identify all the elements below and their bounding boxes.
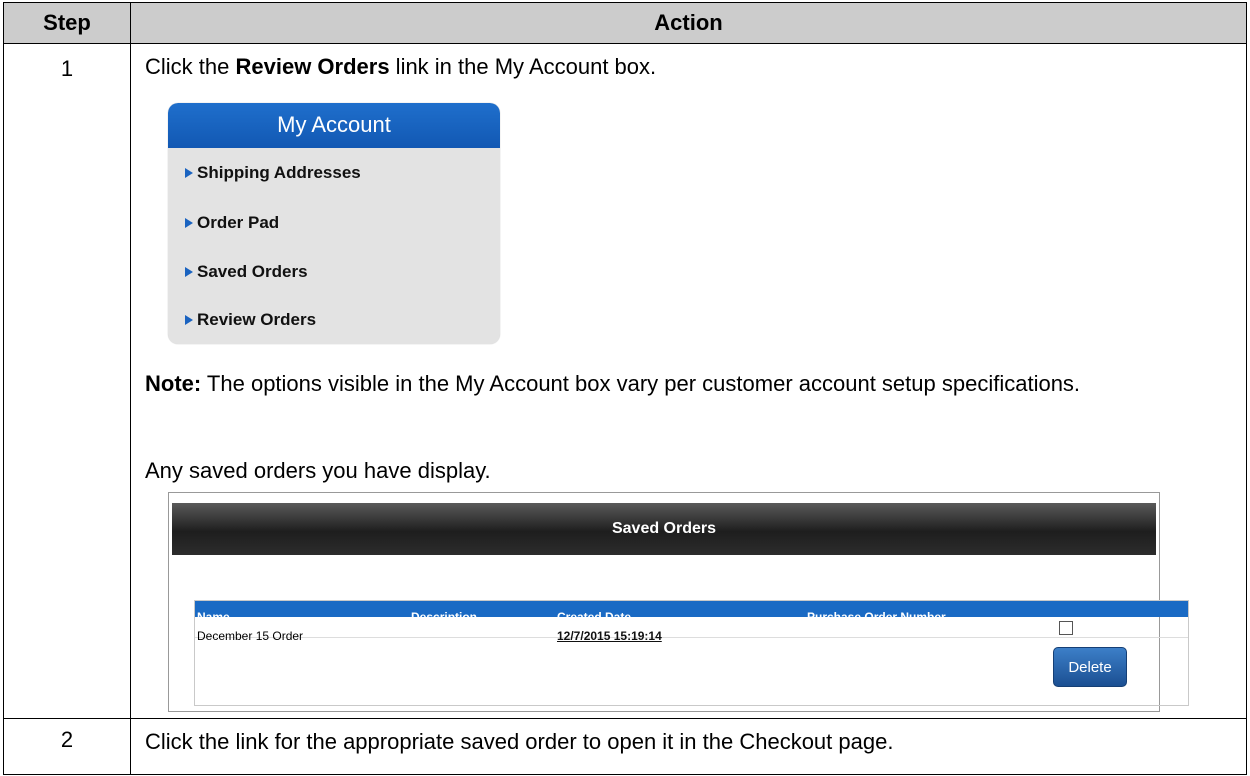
step-number: 2 bbox=[3, 718, 131, 775]
menu-item-review-orders[interactable]: Review Orders bbox=[185, 309, 316, 331]
table-row: December 15 Order 12/7/2015 15:19:14 bbox=[195, 617, 1188, 643]
header-step: Step bbox=[3, 2, 131, 44]
instruction-bold: Review Orders bbox=[235, 54, 390, 79]
arrow-right-icon bbox=[185, 267, 193, 277]
my-account-title: My Account bbox=[168, 103, 500, 148]
instruction-prefix: Click the bbox=[145, 54, 236, 79]
menu-item-label: Order Pad bbox=[197, 213, 280, 232]
note-body: The options visible in the My Account bo… bbox=[201, 371, 1081, 396]
table-header-row: Name Description Created Date Purchase O… bbox=[195, 601, 1188, 624]
step2-instruction: Click the link for the appropriate saved… bbox=[145, 729, 894, 754]
delete-button[interactable]: Delete bbox=[1053, 647, 1127, 687]
instruction-suffix: link in the My Account box. bbox=[389, 54, 657, 79]
order-date-link[interactable]: 12/7/2015 15:19:14 bbox=[557, 621, 662, 651]
arrow-right-icon bbox=[185, 168, 193, 178]
menu-item-label: Shipping Addresses bbox=[197, 163, 361, 182]
procedure-table: Step Action 1 Click the Review Orders li… bbox=[3, 2, 1247, 775]
note-label: Note: bbox=[145, 371, 202, 396]
menu-item-label: Saved Orders bbox=[197, 262, 308, 281]
menu-item-label: Review Orders bbox=[197, 310, 317, 329]
arrow-right-icon bbox=[185, 315, 193, 325]
menu-item-saved-orders[interactable]: Saved Orders bbox=[185, 261, 308, 283]
step1-instruction: Click the Review Orders link in the My A… bbox=[145, 52, 656, 82]
saved-orders-title: Saved Orders bbox=[172, 503, 1156, 555]
action-cell: Click the Review Orders link in the My A… bbox=[130, 43, 1247, 719]
arrow-right-icon bbox=[185, 218, 193, 228]
note-text: Note: The options visible in the My Acco… bbox=[145, 367, 1205, 400]
order-name: December 15 Order bbox=[197, 629, 304, 643]
action-cell: Click the link for the appropriate saved… bbox=[130, 718, 1247, 775]
my-account-box: My Account Shipping Addresses Order Pad … bbox=[168, 103, 500, 344]
select-checkbox[interactable] bbox=[1059, 621, 1073, 635]
step-row-2: 2 Click the link for the appropriate sav… bbox=[3, 718, 1247, 775]
menu-item-order-pad[interactable]: Order Pad bbox=[185, 212, 279, 234]
step-number: 1 bbox=[3, 43, 131, 719]
result-text: Any saved orders you have display. bbox=[145, 458, 491, 483]
saved-orders-table: Name Description Created Date Purchase O… bbox=[194, 600, 1189, 706]
saved-orders-panel: Saved Orders Name Description Created Da… bbox=[168, 492, 1189, 712]
header-action: Action bbox=[130, 2, 1247, 44]
step-row-1: 1 Click the Review Orders link in the My… bbox=[3, 43, 1247, 719]
menu-item-shipping-addresses[interactable]: Shipping Addresses bbox=[185, 162, 361, 184]
